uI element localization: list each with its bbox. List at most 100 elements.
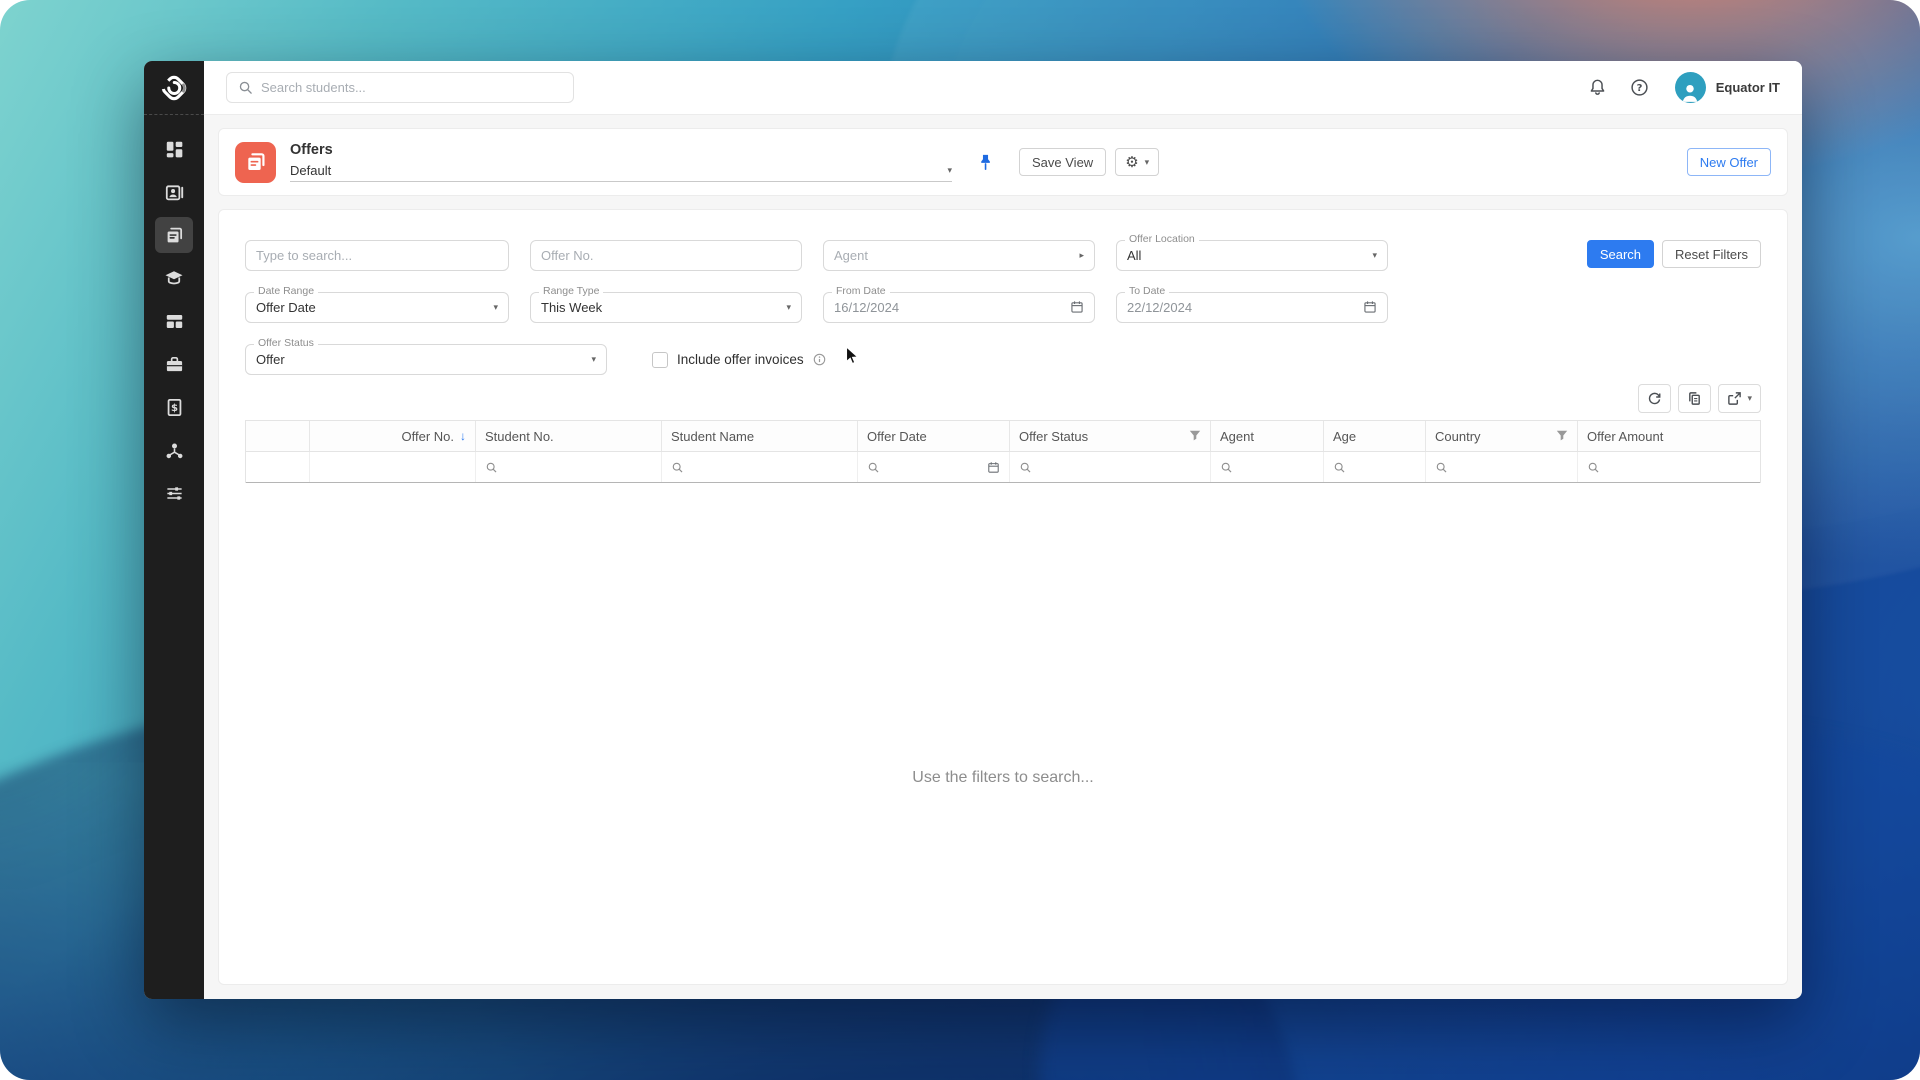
filter-cell-student-no[interactable] — [476, 452, 662, 482]
info-icon[interactable] — [813, 353, 826, 366]
reset-filters-button[interactable]: Reset Filters — [1662, 240, 1761, 268]
gear-icon: ⚙ — [1125, 155, 1138, 170]
filter-cell-offer-date[interactable] — [858, 452, 1010, 482]
offer-no-filter-input[interactable] — [541, 248, 791, 263]
offers-icon — [165, 226, 184, 245]
global-search-input[interactable] — [261, 80, 562, 95]
contacts-icon — [165, 183, 184, 202]
filter-cell-offer-status[interactable] — [1010, 452, 1211, 482]
user-menu[interactable]: Equator IT — [1675, 72, 1780, 103]
refresh-icon — [1647, 391, 1662, 406]
sort-desc-icon: ↓ — [460, 429, 466, 443]
view-selector[interactable]: Default ▾ — [290, 163, 952, 182]
avatar — [1675, 72, 1706, 103]
help-button[interactable]: ? — [1623, 71, 1657, 105]
offers-icon — [245, 151, 267, 173]
page-header-card: Offers Default ▾ Save View — [218, 128, 1788, 196]
desktop-wallpaper: $ — [0, 0, 1920, 1080]
agent-filter-input[interactable] — [834, 248, 1079, 263]
caret-down-icon: ▾ — [1747, 394, 1752, 403]
offer-location-select[interactable]: Offer Location All ▾ — [1116, 240, 1388, 271]
column-label: Agent — [1220, 429, 1254, 444]
from-date-field[interactable]: From Date 16/12/2024 — [823, 292, 1095, 323]
column-label: Offer Date — [867, 429, 927, 444]
app-logo[interactable] — [144, 61, 204, 115]
sidebar-item-education[interactable] — [155, 260, 193, 296]
search-button[interactable]: Search — [1587, 240, 1654, 268]
sidebar-item-agents[interactable] — [155, 432, 193, 468]
column-header-offer-amount[interactable]: Offer Amount — [1578, 421, 1760, 451]
sidebar-item-jobs[interactable] — [155, 346, 193, 382]
column-header-offer-date[interactable]: Offer Date — [858, 421, 1010, 451]
column-header-student-name[interactable]: Student Name — [662, 421, 858, 451]
keyword-filter-input[interactable] — [256, 248, 498, 263]
column-header-student-no[interactable]: Student No. — [476, 421, 662, 451]
caret-down-icon: ▾ — [1372, 251, 1377, 260]
search-icon — [671, 461, 684, 474]
column-header-country[interactable]: Country — [1426, 421, 1578, 451]
filters-card: ▸ Offer Location All ▾ Search Reset Filt… — [218, 209, 1788, 985]
calendar-icon[interactable] — [1363, 300, 1377, 316]
calendar-icon[interactable] — [987, 461, 1000, 474]
filter-cell-student-name[interactable] — [662, 452, 858, 482]
invoice-icon: $ — [165, 398, 184, 417]
help-icon: ? — [1630, 78, 1649, 97]
copy-button[interactable] — [1678, 384, 1711, 413]
main-area: ? Equator IT — [204, 61, 1802, 999]
offer-no-filter[interactable] — [530, 240, 802, 271]
view-selector-value: Default — [290, 163, 331, 178]
filter-funnel-icon[interactable] — [1556, 430, 1568, 442]
filter-cell-offer-no[interactable] — [310, 452, 476, 482]
filter-cell-country[interactable] — [1426, 452, 1578, 482]
refresh-button[interactable] — [1638, 384, 1671, 413]
sidebar-item-contacts[interactable] — [155, 174, 193, 210]
export-button[interactable]: ▾ — [1718, 384, 1761, 413]
graduation-cap-icon — [164, 268, 184, 288]
column-label: Age — [1333, 429, 1356, 444]
filter-cell-offer-amount[interactable] — [1578, 452, 1760, 482]
title-block: Offers Default ▾ — [290, 142, 952, 182]
sidebar-item-invoices[interactable]: $ — [155, 389, 193, 425]
global-search[interactable] — [226, 72, 574, 103]
filter-actions: Search Reset Filters — [1587, 240, 1761, 268]
column-header-rowhandle — [246, 421, 310, 451]
keyword-filter[interactable] — [245, 240, 509, 271]
view-settings-button[interactable]: ⚙ ▾ — [1115, 148, 1159, 176]
include-invoices-option: Include offer invoices — [652, 344, 826, 375]
caret-down-icon: ▾ — [947, 166, 952, 175]
range-type-select[interactable]: Range Type This Week ▾ — [530, 292, 802, 323]
to-date-field[interactable]: To Date 22/12/2024 — [1116, 292, 1388, 323]
user-name: Equator IT — [1716, 80, 1780, 95]
notifications-button[interactable] — [1581, 71, 1615, 105]
filter-cell-age[interactable] — [1324, 452, 1426, 482]
search-icon — [1587, 461, 1600, 474]
offers-page-icon — [235, 142, 276, 183]
date-range-select[interactable]: Date Range Offer Date ▾ — [245, 292, 509, 323]
sidebar-item-offers[interactable] — [155, 217, 193, 253]
caret-down-icon: ▾ — [591, 355, 596, 364]
sidebar-item-settings[interactable] — [155, 475, 193, 511]
include-invoices-checkbox[interactable] — [652, 352, 668, 368]
sidebar-item-dashboard[interactable] — [155, 131, 193, 167]
sidebar-item-programs[interactable] — [155, 303, 193, 339]
calendar-icon[interactable] — [1070, 300, 1084, 316]
column-label: Student No. — [485, 429, 554, 444]
column-header-offer-no[interactable]: Offer No. ↓ — [310, 421, 476, 451]
agent-filter[interactable]: ▸ — [823, 240, 1095, 271]
column-header-agent[interactable]: Agent — [1211, 421, 1324, 451]
caret-down-icon: ▾ — [1145, 158, 1150, 167]
filter-cell-agent[interactable] — [1211, 452, 1324, 482]
pin-view-button[interactable] — [978, 154, 993, 171]
column-label: Offer Amount — [1587, 429, 1663, 444]
save-view-button[interactable]: Save View — [1019, 148, 1106, 176]
table-filter-row — [246, 452, 1760, 483]
filter-funnel-icon[interactable] — [1189, 430, 1201, 442]
offer-status-select[interactable]: Offer Status Offer ▾ — [245, 344, 607, 375]
column-header-offer-status[interactable]: Offer Status — [1010, 421, 1211, 451]
column-header-age[interactable]: Age — [1324, 421, 1426, 451]
grid-toolbar: ▾ — [245, 384, 1761, 413]
column-label: Offer No. — [401, 429, 454, 444]
new-offer-button[interactable]: New Offer — [1687, 148, 1771, 176]
dashboard-icon — [165, 140, 184, 159]
search-icon — [867, 461, 880, 474]
